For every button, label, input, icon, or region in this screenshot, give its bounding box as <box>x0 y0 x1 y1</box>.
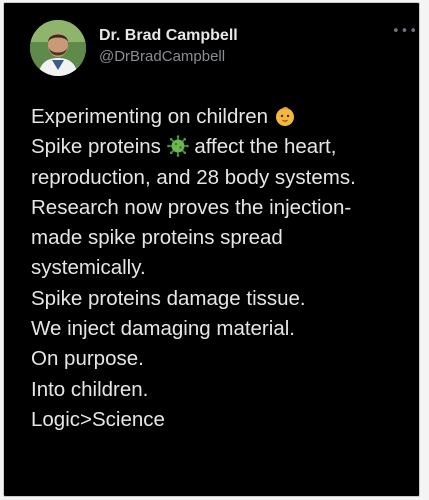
avatar-photo <box>30 20 86 76</box>
baby-face-icon <box>275 107 294 126</box>
tweet-line: reproduction, and 28 body systems. <box>31 165 356 189</box>
tweet-card: Dr. Brad Campbell @DrBradCampbell ••• Ex… <box>3 2 420 497</box>
author-handle[interactable]: @DrBradCampbell <box>99 48 225 65</box>
virus-icon <box>166 135 189 158</box>
tweet-line: Spike proteins damage tissue. <box>31 286 306 310</box>
tweet-line: We inject damaging material. <box>31 317 295 341</box>
more-horizontal-icon[interactable]: ••• <box>392 24 418 39</box>
screenshot-frame: Dr. Brad Campbell @DrBradCampbell ••• Ex… <box>0 0 429 500</box>
tweet-line: Into children. <box>31 377 149 401</box>
tweet-line: Research now proves the injection- <box>31 195 352 219</box>
tweet-line: Spike proteins affect the heart, <box>31 135 337 159</box>
tweet-line: Experimenting on children <box>31 102 416 132</box>
tweet-text: Experimenting on children Spike proteins <box>31 102 416 435</box>
tweet-line: made spike proteins spread <box>31 226 283 250</box>
tweet-line: systemically. <box>31 256 146 280</box>
tweet-line: Logic>Science <box>31 407 165 431</box>
author-name[interactable]: Dr. Brad Campbell <box>99 27 238 45</box>
tweet-line: On purpose. <box>31 347 144 371</box>
avatar[interactable] <box>30 20 86 76</box>
